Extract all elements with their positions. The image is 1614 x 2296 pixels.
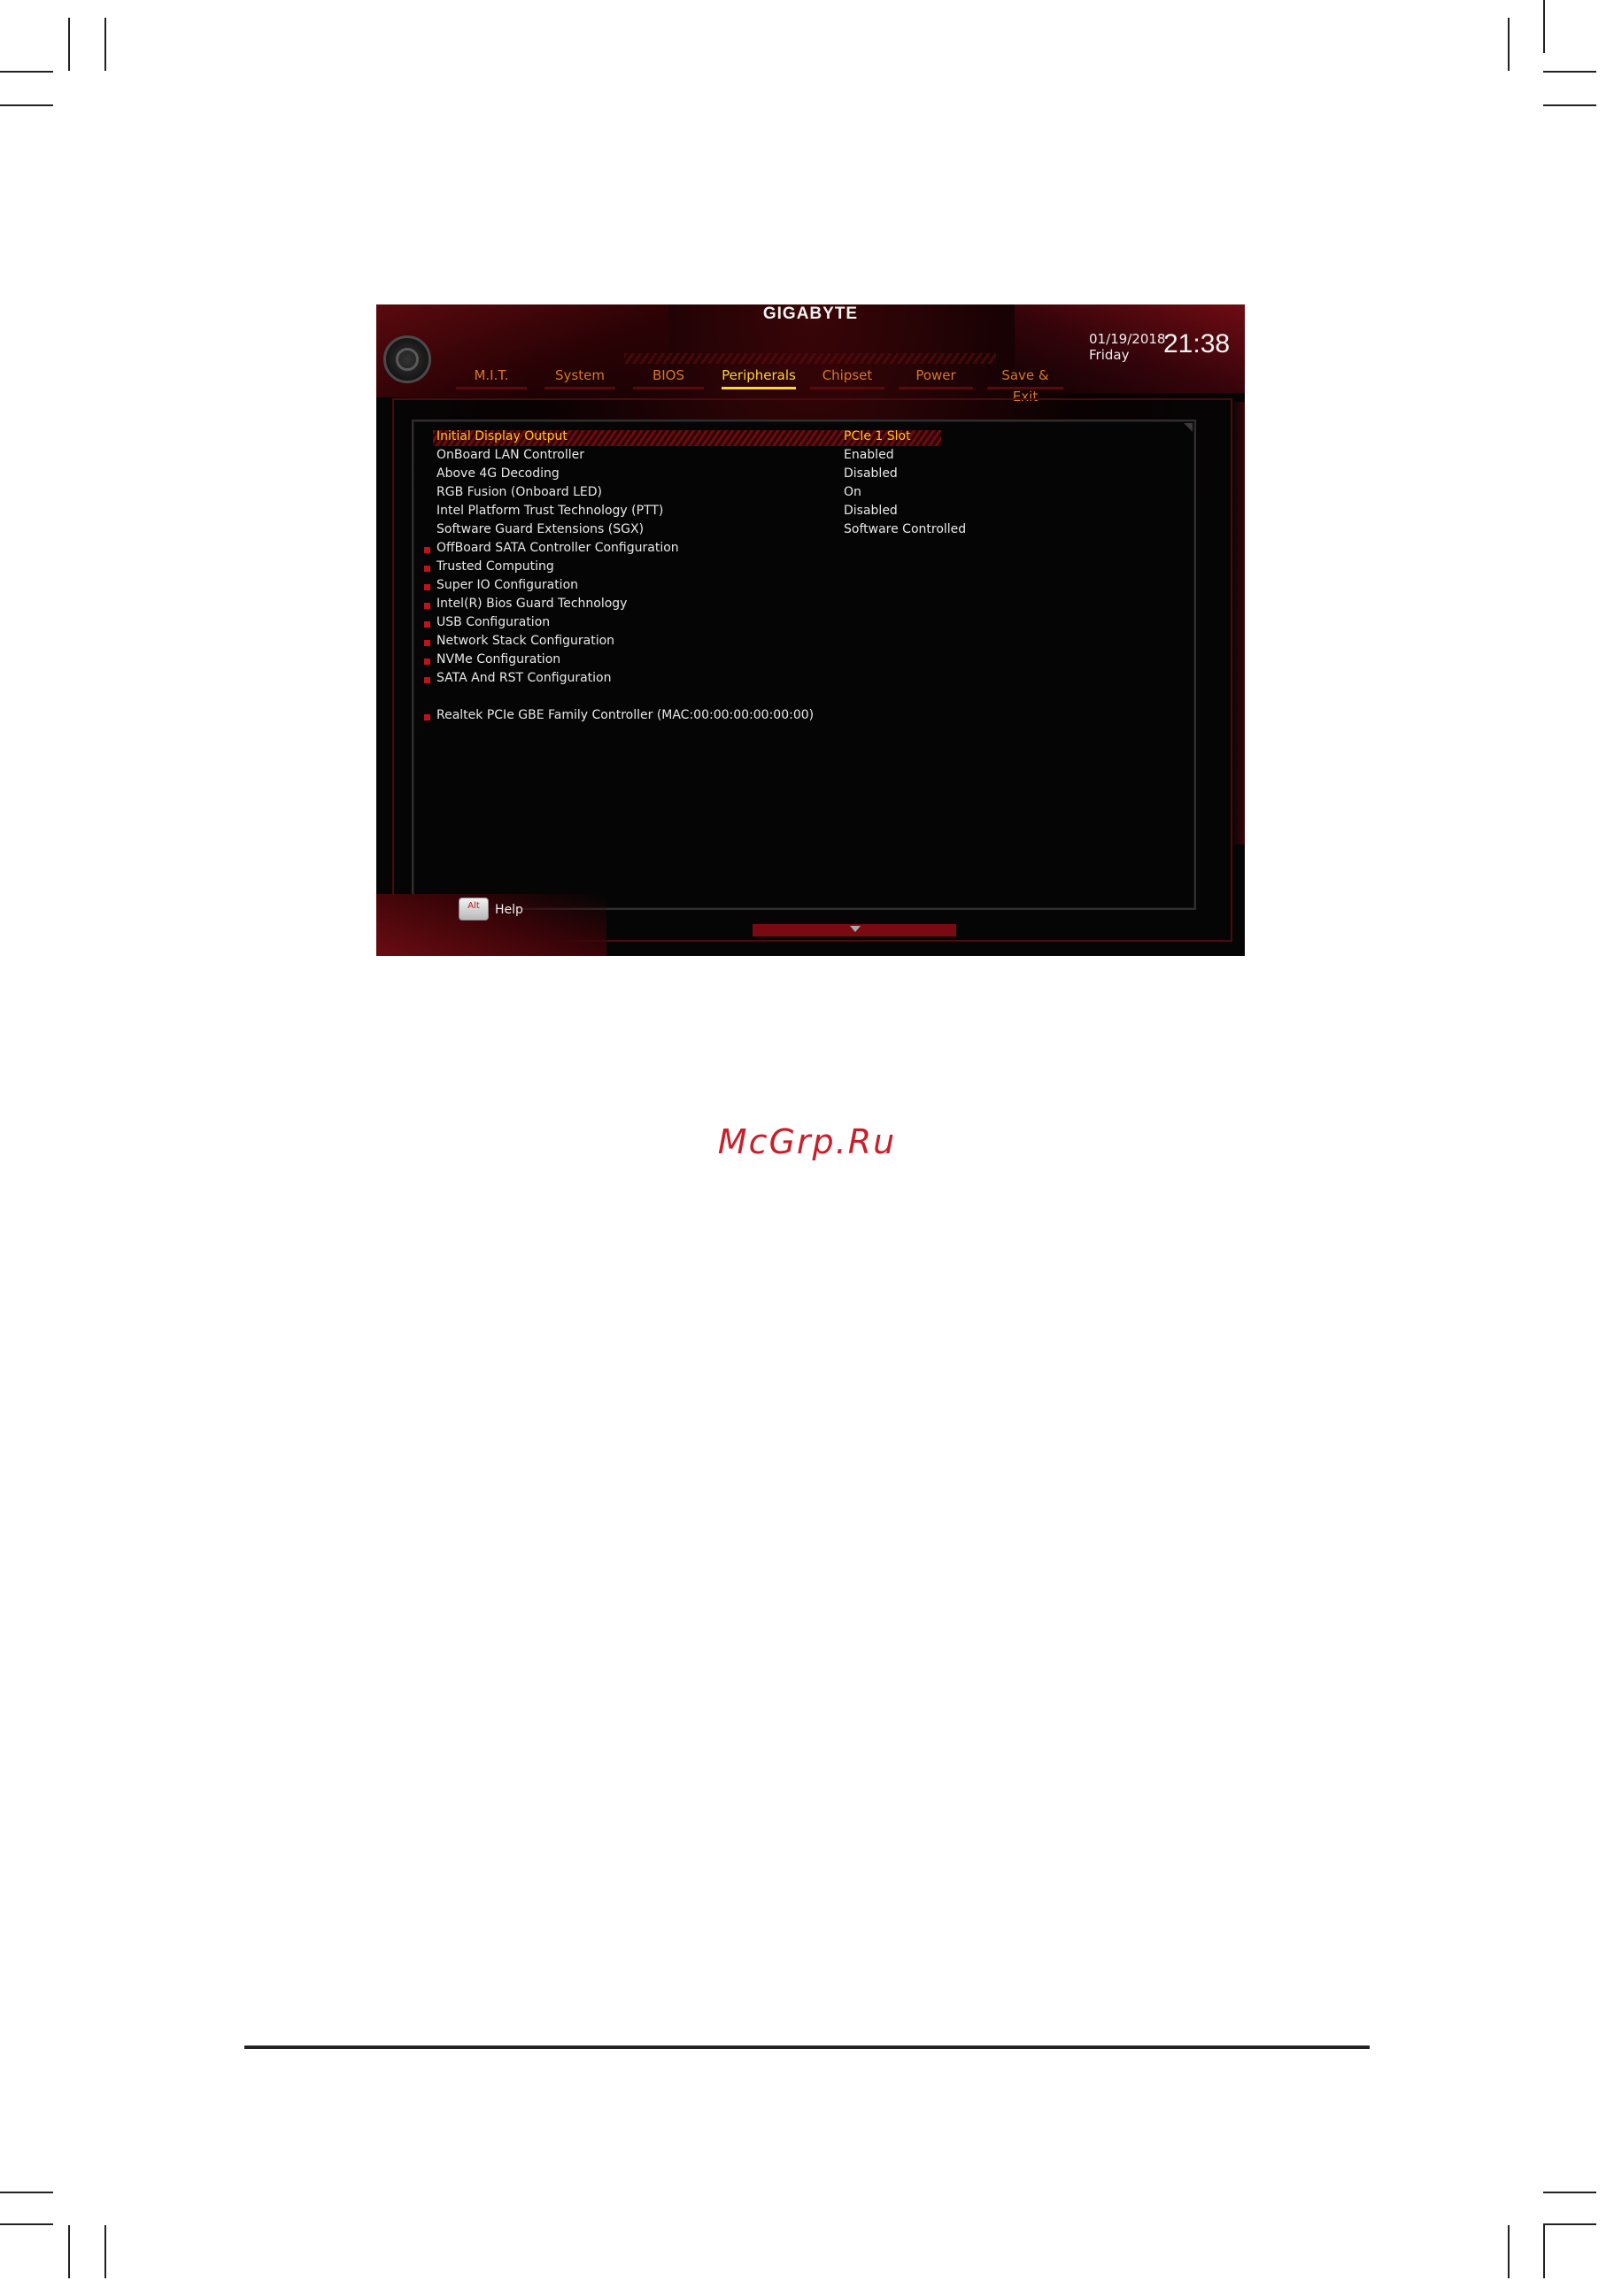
submenu-item[interactable]: Trusted Computing — [376, 559, 1245, 578]
submenu-item[interactable]: SATA And RST Configuration — [376, 671, 1245, 690]
submenu-label: Trusted Computing — [436, 559, 554, 574]
crop-mark — [1543, 71, 1596, 73]
setting-value[interactable]: Software Controlled — [844, 522, 966, 536]
tab-power[interactable]: Power — [899, 365, 973, 391]
bullet-icon — [424, 566, 430, 572]
submenu-label: Super IO Configuration — [436, 578, 579, 592]
submenu-item[interactable]: OffBoard SATA Controller Configuration — [376, 541, 1245, 559]
crop-mark — [1543, 2223, 1596, 2225]
setting-label: RGB Fusion (Onboard LED) — [436, 485, 602, 499]
crop-mark — [0, 71, 53, 73]
help-label[interactable]: Help — [495, 903, 523, 917]
setting-value[interactable]: Enabled — [844, 448, 894, 462]
submenu-label: Intel(R) Bios Guard Technology — [436, 597, 628, 611]
setting-row[interactable]: Above 4G Decoding Disabled — [376, 466, 1245, 485]
crop-mark — [0, 104, 53, 106]
watermark: McGrp.Ru — [717, 1122, 897, 1161]
submenu-item[interactable]: Network Stack Configuration — [376, 634, 1245, 652]
menu-tabs: M.I.T. System BIOS Peripherals Chipset P… — [429, 365, 1063, 404]
submenu-item[interactable]: Realtek PCIe GBE Family Controller (MAC:… — [376, 708, 1245, 727]
tab-save-exit[interactable]: Save & Exit — [987, 365, 1063, 404]
setting-value[interactable]: Disabled — [844, 504, 898, 518]
bios-screen: GIGABYTE M.I.T. System BIOS Peripherals … — [376, 304, 1245, 956]
bullet-icon — [424, 547, 430, 553]
decor-bottom-left — [376, 894, 606, 956]
setting-label: Intel Platform Trust Technology (PTT) — [436, 504, 664, 518]
submenu-item[interactable]: USB Configuration — [376, 615, 1245, 634]
date-text: 01/19/2018 — [1089, 331, 1166, 347]
bullet-icon — [424, 677, 430, 683]
submenu-label: Realtek PCIe GBE Family Controller (MAC:… — [436, 708, 815, 722]
submenu-item[interactable]: Super IO Configuration — [376, 578, 1245, 597]
crop-mark — [1508, 2225, 1510, 2278]
setting-row[interactable]: Initial Display Output PCIe 1 Slot — [376, 429, 1245, 448]
setting-label: OnBoard LAN Controller — [436, 448, 584, 462]
page-rule — [244, 2046, 1370, 2049]
crop-mark — [0, 2192, 53, 2193]
date-display: 01/19/2018 Friday — [1089, 331, 1165, 363]
submenu-label: USB Configuration — [436, 615, 551, 629]
submenu-label: NVMe Configuration — [436, 652, 561, 666]
decor-hatch — [624, 353, 996, 364]
bullet-icon — [424, 714, 430, 720]
bullet-icon — [424, 659, 430, 665]
crop-mark — [104, 18, 106, 71]
submenu-label: Network Stack Configuration — [436, 634, 615, 648]
bullet-icon — [424, 603, 430, 609]
submenu-item[interactable]: Intel(R) Bios Guard Technology — [376, 597, 1245, 615]
setting-value[interactable]: PCIe 1 Slot — [844, 429, 911, 443]
tab-chipset[interactable]: Chipset — [810, 365, 884, 391]
crop-mark — [68, 18, 70, 71]
crop-mark — [1543, 2192, 1596, 2193]
tab-bios[interactable]: BIOS — [633, 365, 704, 391]
crop-mark — [1543, 0, 1545, 53]
setting-value[interactable]: On — [844, 485, 861, 499]
setting-row[interactable]: Intel Platform Trust Technology (PTT) Di… — [376, 504, 1245, 522]
setting-label: Software Guard Extensions (SGX) — [436, 522, 645, 536]
crop-mark — [68, 2225, 70, 2278]
bullet-icon — [424, 584, 430, 590]
tab-peripherals[interactable]: Peripherals — [722, 365, 796, 391]
alt-key-icon[interactable]: Alt — [459, 898, 489, 921]
setting-value[interactable]: Disabled — [844, 466, 898, 481]
submenu-label: SATA And RST Configuration — [436, 671, 612, 685]
submenu-label: OffBoard SATA Controller Configuration — [436, 541, 679, 555]
bullet-icon — [424, 640, 430, 646]
submenu-item[interactable]: NVMe Configuration — [376, 652, 1245, 671]
crop-mark — [1508, 18, 1510, 71]
setting-row[interactable]: Software Guard Extensions (SGX) Software… — [376, 522, 1245, 541]
tab-system[interactable]: System — [544, 365, 615, 391]
setting-row[interactable]: OnBoard LAN Controller Enabled — [376, 448, 1245, 466]
crop-mark — [1543, 104, 1596, 106]
crop-mark — [0, 2223, 53, 2225]
setting-label: Initial Display Output — [436, 429, 568, 443]
tab-mit[interactable]: M.I.T. — [456, 365, 527, 391]
setting-row[interactable]: RGB Fusion (Onboard LED) On — [376, 485, 1245, 504]
gear-icon — [383, 335, 431, 383]
setting-label: Above 4G Decoding — [436, 466, 560, 481]
bullet-icon — [424, 621, 430, 628]
crop-mark — [104, 2225, 106, 2278]
scroll-down-icon[interactable] — [850, 926, 861, 932]
day-text: Friday — [1089, 347, 1130, 363]
crop-mark — [1543, 2225, 1545, 2278]
clock: 21:38 — [1163, 329, 1231, 358]
gigabyte-logo: GIGABYTE — [762, 304, 859, 323]
